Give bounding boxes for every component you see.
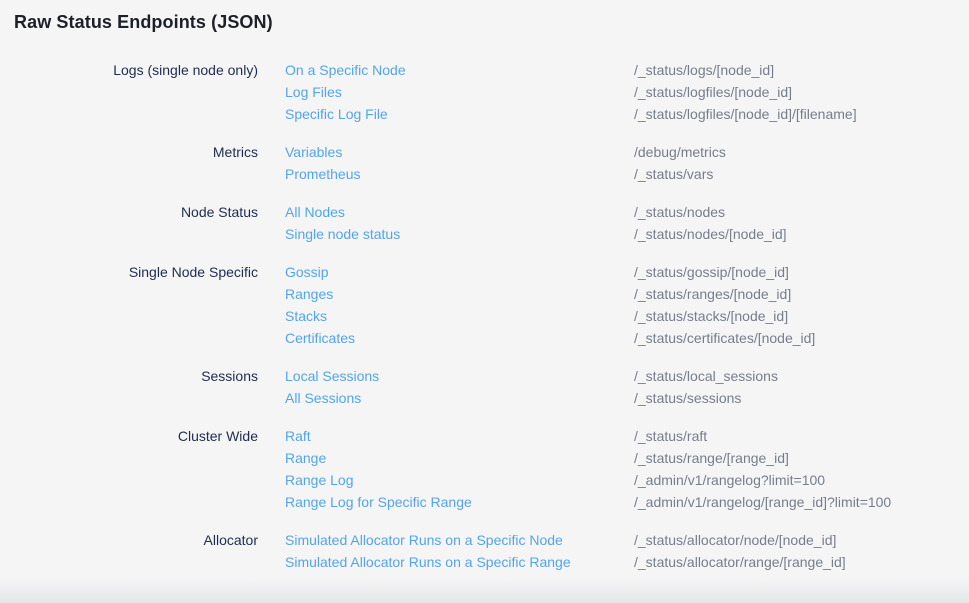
endpoint-category-label: Node Status	[0, 201, 258, 223]
endpoint-group: Cluster Wide Raft /_status/raft Range /_…	[0, 425, 969, 513]
endpoint-group: Metrics Variables /debug/metrics Prometh…	[0, 141, 969, 185]
endpoint-group: Single Node Specific Gossip /_status/gos…	[0, 261, 969, 349]
page-footer-strip	[0, 578, 969, 603]
endpoint-path: /_status/logfiles/[node_id]	[634, 81, 969, 103]
endpoint-link[interactable]: Local Sessions	[258, 365, 379, 387]
endpoint-link[interactable]: Variables	[258, 141, 342, 163]
endpoint-link[interactable]: Simulated Allocator Runs on a Specific R…	[258, 551, 571, 573]
endpoint-path: /_status/gossip/[node_id]	[634, 261, 969, 283]
endpoint-link[interactable]: Log Files	[258, 81, 342, 103]
endpoint-link[interactable]: Certificates	[258, 327, 355, 349]
endpoint-link[interactable]: Simulated Allocator Runs on a Specific N…	[258, 529, 563, 551]
endpoint-path: /_status/range/[range_id]	[634, 447, 969, 469]
endpoint-link[interactable]: Stacks	[258, 305, 327, 327]
endpoint-path: /_status/vars	[634, 163, 969, 185]
endpoint-link[interactable]: Gossip	[258, 261, 329, 283]
endpoint-category-label: Allocator	[0, 529, 258, 551]
endpoint-link[interactable]: All Nodes	[258, 201, 345, 223]
endpoint-group: Sessions Local Sessions /_status/local_s…	[0, 365, 969, 409]
endpoint-path: /_status/allocator/range/[range_id]	[634, 551, 969, 573]
endpoint-group: Allocator Simulated Allocator Runs on a …	[0, 529, 969, 573]
debug-page: Raw Status Endpoints (JSON) Logs (single…	[0, 0, 969, 603]
endpoint-path: /_admin/v1/rangelog?limit=100	[634, 469, 969, 491]
endpoint-category-label: Cluster Wide	[0, 425, 258, 447]
endpoint-path: /_status/stacks/[node_id]	[634, 305, 969, 327]
endpoint-path: /_status/sessions	[634, 387, 969, 409]
endpoint-link[interactable]: Prometheus	[258, 163, 360, 185]
endpoint-path: /_status/logfiles/[node_id]/[filename]	[634, 103, 969, 125]
endpoint-link[interactable]: Range Log for Specific Range	[258, 491, 472, 513]
endpoint-group: Node Status All Nodes /_status/nodes Sin…	[0, 201, 969, 245]
endpoint-link[interactable]: All Sessions	[258, 387, 361, 409]
endpoint-link[interactable]: Specific Log File	[258, 103, 388, 125]
endpoint-path: /_admin/v1/rangelog/[range_id]?limit=100	[634, 491, 969, 513]
endpoint-category-label: Logs (single node only)	[0, 59, 258, 81]
endpoint-path: /_status/logs/[node_id]	[634, 59, 969, 81]
endpoint-path: /_status/certificates/[node_id]	[634, 327, 969, 349]
endpoint-link[interactable]: On a Specific Node	[258, 59, 406, 81]
endpoint-category-label: Metrics	[0, 141, 258, 163]
endpoint-group: Logs (single node only) On a Specific No…	[0, 59, 969, 125]
endpoint-path: /_status/raft	[634, 425, 969, 447]
page-title: Raw Status Endpoints (JSON)	[14, 12, 273, 33]
endpoint-path: /_status/ranges/[node_id]	[634, 283, 969, 305]
endpoints-table: Logs (single node only) On a Specific No…	[0, 59, 969, 589]
endpoint-category-label: Sessions	[0, 365, 258, 387]
endpoint-category-label: Single Node Specific	[0, 261, 258, 283]
endpoint-path: /_status/nodes	[634, 201, 969, 223]
endpoint-link[interactable]: Range	[258, 447, 326, 469]
endpoint-path: /debug/metrics	[634, 141, 969, 163]
endpoint-link[interactable]: Range Log	[258, 469, 354, 491]
endpoint-path: /_status/nodes/[node_id]	[634, 223, 969, 245]
endpoint-link[interactable]: Raft	[258, 425, 311, 447]
endpoint-path: /_status/allocator/node/[node_id]	[634, 529, 969, 551]
endpoint-link[interactable]: Ranges	[258, 283, 333, 305]
endpoint-path: /_status/local_sessions	[634, 365, 969, 387]
endpoint-link[interactable]: Single node status	[258, 223, 400, 245]
